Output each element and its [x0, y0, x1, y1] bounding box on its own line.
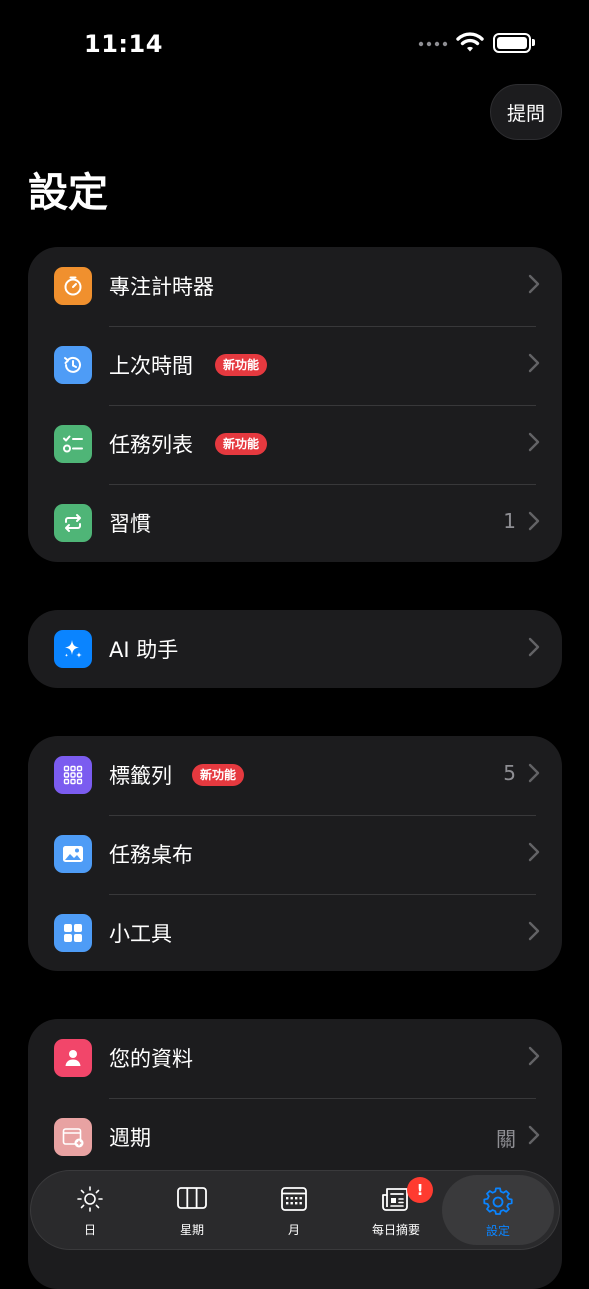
- image-icon: [54, 835, 92, 873]
- sun-icon: [77, 1186, 103, 1212]
- row-cycle[interactable]: 週期 關: [28, 1098, 562, 1177]
- new-feature-badge: 新功能: [215, 433, 268, 455]
- tab-week[interactable]: 星期: [141, 1171, 243, 1249]
- chevron-right-icon: [528, 353, 540, 373]
- chevron-right-icon: [528, 432, 540, 452]
- week-columns-icon: [177, 1187, 207, 1209]
- wifi-icon: [456, 32, 484, 52]
- row-ai-assistant[interactable]: AI 助手: [28, 610, 562, 688]
- row-label: 習慣: [109, 512, 151, 536]
- tab-label: 設定: [485, 1224, 510, 1238]
- row-focus-timer[interactable]: 專注計時器: [28, 247, 562, 326]
- tab-settings[interactable]: 設定: [442, 1175, 554, 1245]
- digest-notification-badge: !: [407, 1177, 433, 1203]
- battery-icon: [493, 33, 535, 53]
- row-tab-bar[interactable]: 標籤列 新功能 5: [28, 736, 562, 815]
- row-widgets[interactable]: 小工具: [28, 894, 562, 971]
- row-label: 任務桌布: [109, 843, 193, 867]
- chevron-right-icon: [528, 921, 540, 941]
- row-habits[interactable]: 習慣 1: [28, 484, 562, 562]
- row-value: 1: [503, 509, 516, 533]
- tab-bar: 日 星期 月 每日摘要 設定: [30, 1170, 560, 1250]
- tab-daily-digest[interactable]: 每日摘要: [345, 1171, 447, 1249]
- repeat-icon: [54, 504, 92, 542]
- row-label: 上次時間: [109, 354, 193, 378]
- chevron-right-icon: [528, 1125, 540, 1145]
- widgets-icon: [54, 914, 92, 952]
- row-task-list[interactable]: 任務列表 新功能: [28, 405, 562, 484]
- cellular-signal-icon: [418, 41, 448, 47]
- page-title: 設定: [28, 170, 108, 216]
- new-feature-badge: 新功能: [215, 354, 268, 376]
- settings-group-display: 標籤列 新功能 5 任務桌布 小工具: [28, 736, 562, 971]
- checklist-icon: [54, 425, 92, 463]
- row-label: AI 助手: [109, 638, 179, 662]
- chevron-right-icon: [528, 274, 540, 294]
- tab-label: 星期: [179, 1223, 204, 1237]
- row-label: 專注計時器: [109, 275, 214, 299]
- tab-label: 月: [287, 1223, 300, 1237]
- chevron-right-icon: [528, 1046, 540, 1066]
- person-icon: [54, 1039, 92, 1077]
- history-icon: [54, 346, 92, 384]
- tab-day[interactable]: 日: [39, 1171, 141, 1249]
- sparkles-icon: [54, 630, 92, 668]
- tab-label: 日: [83, 1223, 96, 1237]
- ask-button[interactable]: 提問: [490, 84, 562, 140]
- tab-month[interactable]: 月: [243, 1171, 345, 1249]
- row-value: 關: [496, 1127, 516, 1151]
- row-task-wallpaper[interactable]: 任務桌布: [28, 815, 562, 894]
- status-time: 11:14: [84, 30, 163, 58]
- row-label: 任務列表: [109, 433, 193, 457]
- row-label: 週期: [109, 1126, 151, 1150]
- chevron-right-icon: [528, 763, 540, 783]
- new-feature-badge: 新功能: [192, 764, 245, 786]
- row-label: 您的資料: [109, 1047, 193, 1071]
- chevron-right-icon: [528, 511, 540, 531]
- timer-icon: [54, 267, 92, 305]
- row-value: 5: [503, 761, 516, 785]
- status-bar: 11:14: [0, 0, 589, 90]
- row-label: 標籤列: [109, 764, 172, 788]
- grid-dots-icon: [54, 756, 92, 794]
- row-last-time[interactable]: 上次時間 新功能: [28, 326, 562, 405]
- row-label: 小工具: [109, 922, 172, 946]
- settings-group-ai: AI 助手: [28, 610, 562, 688]
- month-calendar-icon: [281, 1187, 307, 1211]
- gear-icon: [483, 1187, 513, 1215]
- chevron-right-icon: [528, 637, 540, 657]
- chevron-right-icon: [528, 842, 540, 862]
- tab-label: 每日摘要: [371, 1223, 420, 1237]
- row-your-data[interactable]: 您的資料: [28, 1019, 562, 1098]
- settings-group-productivity: 專注計時器 上次時間 新功能 任務列表 新功能 習慣 1: [28, 247, 562, 562]
- calendar-plus-icon: [54, 1118, 92, 1156]
